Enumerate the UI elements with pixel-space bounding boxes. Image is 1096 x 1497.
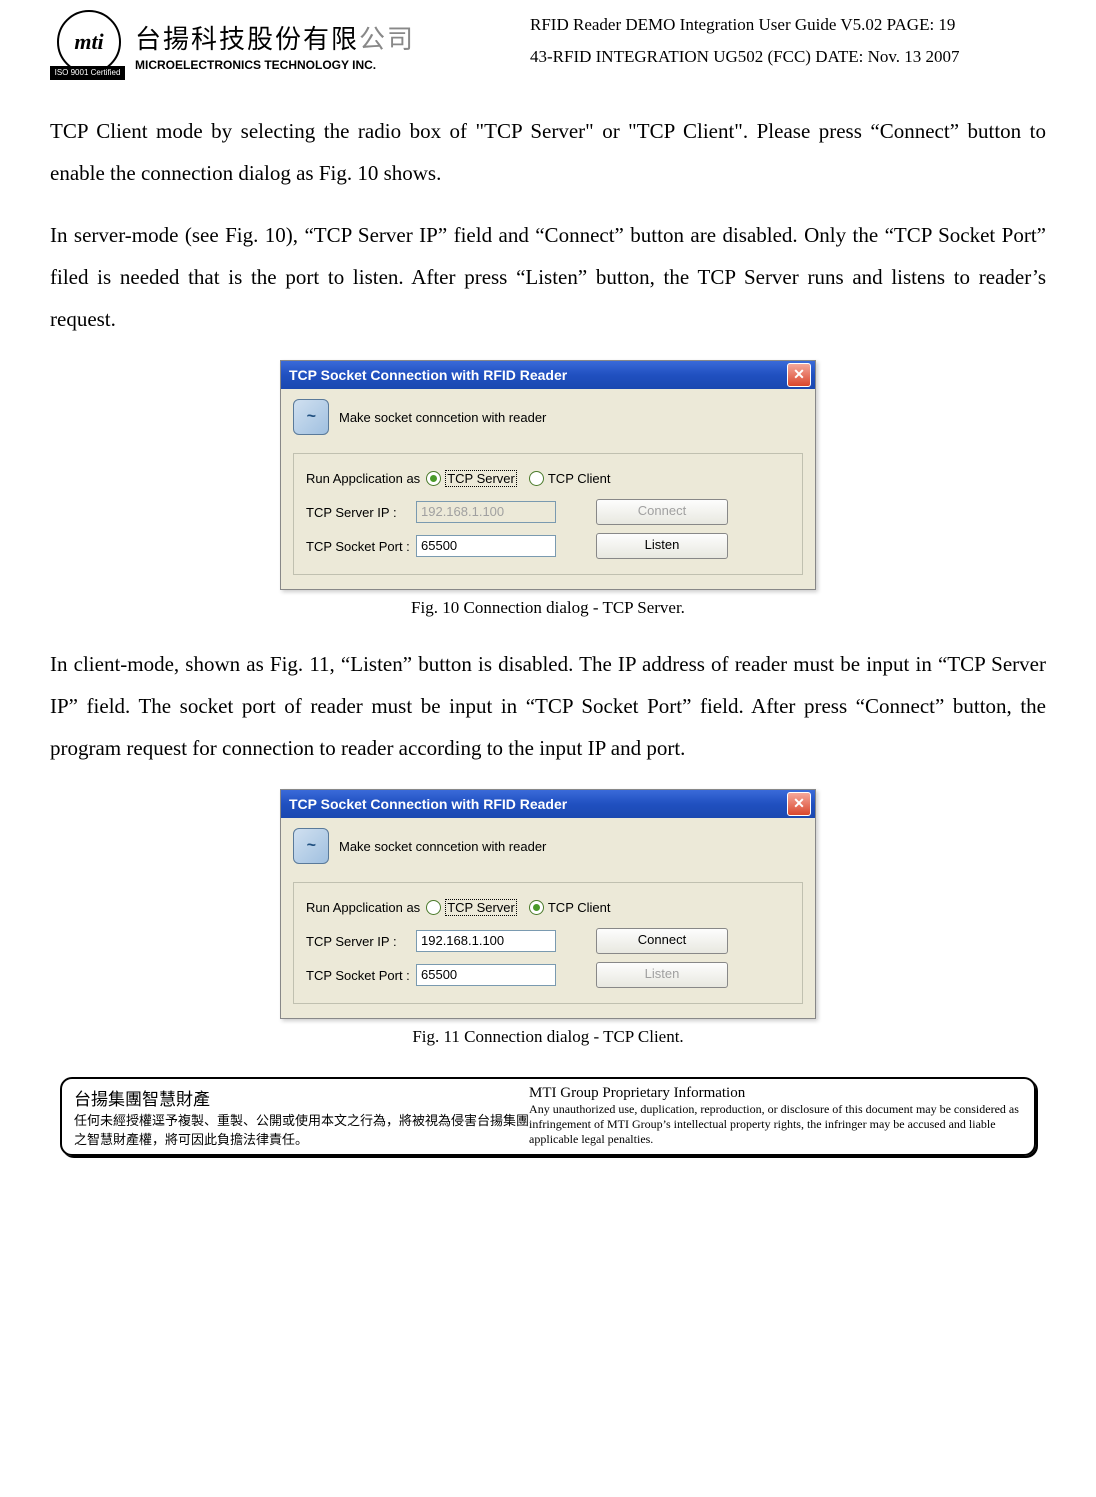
page-header: mti ISO 9001 Certified 台揚科技股份有限公司 MICROE… <box>50 10 1046 80</box>
figure-10: TCP Socket Connection with RFID Reader ✕… <box>50 360 1046 618</box>
company-logo: mti ISO 9001 Certified <box>50 10 125 80</box>
radio-tcp-server[interactable] <box>426 900 441 915</box>
company-name-cn: 台揚科技股份有限公司 <box>135 19 415 56</box>
footer-body-cn: 任何未經授權逕予複製、重製、公開或使用本文之行為，將被視為侵害台揚集團之智慧財產… <box>74 1110 529 1148</box>
port-label: TCP Socket Port : <box>306 968 416 983</box>
footer-title-cn: 台揚集團智慧財產 <box>74 1085 529 1110</box>
radio-tcp-server-label[interactable]: TCP Server <box>445 899 517 916</box>
connect-button[interactable]: Connect <box>596 928 728 954</box>
company-name-en: MICROELECTRONICS TECHNOLOGY INC. <box>135 58 415 72</box>
dialog-message: Make socket conncetion with reader <box>339 839 546 854</box>
proprietary-footer: 台揚集團智慧財產 任何未經授權逕予複製、重製、公開或使用本文之行為，將被視為侵害… <box>60 1077 1036 1156</box>
paragraph-3: In client-mode, shown as Fig. 11, “Liste… <box>50 643 1046 769</box>
cert-badge: ISO 9001 Certified <box>50 66 125 80</box>
figure-10-caption: Fig. 10 Connection dialog - TCP Server. <box>50 598 1046 618</box>
connection-icon: ~ <box>293 828 329 864</box>
dialog-titlebar: TCP Socket Connection with RFID Reader ✕ <box>281 790 815 818</box>
header-meta: RFID Reader DEMO Integration User Guide … <box>440 10 1046 67</box>
port-input[interactable]: 65500 <box>416 535 556 557</box>
tcp-dialog-client: TCP Socket Connection with RFID Reader ✕… <box>280 789 816 1019</box>
options-group: Run Appclication as TCP Server TCP Clien… <box>293 453 803 575</box>
footer-body-en: Any unauthorized use, duplication, repro… <box>529 1102 1022 1147</box>
tcp-dialog-server: TCP Socket Connection with RFID Reader ✕… <box>280 360 816 590</box>
ip-label: TCP Server IP : <box>306 505 416 520</box>
paragraph-2: In server-mode (see Fig. 10), “TCP Serve… <box>50 214 1046 340</box>
logo-block: mti ISO 9001 Certified 台揚科技股份有限公司 MICROE… <box>50 10 440 80</box>
port-label: TCP Socket Port : <box>306 539 416 554</box>
ip-input[interactable]: 192.168.1.100 <box>416 930 556 952</box>
dialog-title: TCP Socket Connection with RFID Reader <box>289 367 567 383</box>
radio-tcp-server[interactable] <box>426 471 441 486</box>
figure-11-caption: Fig. 11 Connection dialog - TCP Client. <box>50 1027 1046 1047</box>
options-group: Run Appclication as TCP Server TCP Clien… <box>293 882 803 1004</box>
connect-button: Connect <box>596 499 728 525</box>
radio-tcp-server-label[interactable]: TCP Server <box>445 470 517 487</box>
radio-tcp-client-label[interactable]: TCP Client <box>548 900 611 915</box>
figure-11: TCP Socket Connection with RFID Reader ✕… <box>50 789 1046 1047</box>
ip-input: 192.168.1.100 <box>416 501 556 523</box>
footer-title-en: MTI Group Proprietary Information <box>529 1085 1022 1102</box>
connection-icon: ~ <box>293 399 329 435</box>
listen-button: Listen <box>596 962 728 988</box>
run-as-label: Run Appclication as <box>306 471 420 486</box>
dialog-titlebar: TCP Socket Connection with RFID Reader ✕ <box>281 361 815 389</box>
doc-title-page: RFID Reader DEMO Integration User Guide … <box>530 15 1046 35</box>
run-as-label: Run Appclication as <box>306 900 420 915</box>
ip-label: TCP Server IP : <box>306 934 416 949</box>
dialog-message: Make socket conncetion with reader <box>339 410 546 425</box>
close-icon[interactable]: ✕ <box>787 792 811 816</box>
dialog-title: TCP Socket Connection with RFID Reader <box>289 796 567 812</box>
port-input[interactable]: 65500 <box>416 964 556 986</box>
close-icon[interactable]: ✕ <box>787 363 811 387</box>
radio-tcp-client-label[interactable]: TCP Client <box>548 471 611 486</box>
logo-icon: mti <box>57 10 121 74</box>
paragraph-1: TCP Client mode by selecting the radio b… <box>50 110 1046 194</box>
radio-tcp-client[interactable] <box>529 900 544 915</box>
radio-tcp-client[interactable] <box>529 471 544 486</box>
listen-button[interactable]: Listen <box>596 533 728 559</box>
doc-id-date: 43-RFID INTEGRATION UG502 (FCC) DATE: No… <box>530 47 1046 67</box>
